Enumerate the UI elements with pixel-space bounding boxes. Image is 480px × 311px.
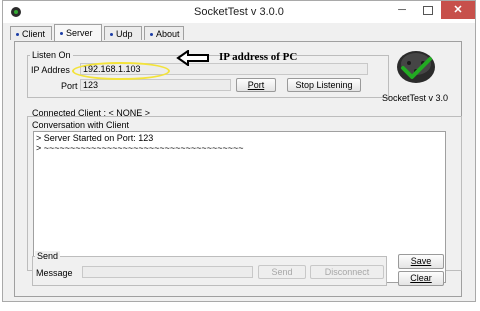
sockettest-logo-icon [397, 51, 435, 83]
message-field[interactable] [82, 266, 253, 278]
bullet-icon [110, 33, 113, 37]
ip-address-label: IP Addres [31, 65, 70, 75]
message-label: Message [36, 268, 73, 278]
port-button-label: Port [247, 80, 265, 90]
disconnect-button[interactable]: Disconnect [310, 265, 384, 279]
clear-button[interactable]: Clear [398, 271, 444, 286]
send-button[interactable]: Send [258, 265, 306, 279]
maximize-button[interactable] [415, 1, 441, 19]
listen-on-legend: Listen On [30, 50, 73, 60]
send-legend: Send [35, 251, 61, 261]
port-field[interactable]: 123 [80, 79, 231, 91]
tab-client[interactable]: Client [10, 26, 52, 40]
annotation-text: IP address of PC [219, 51, 298, 63]
port-button[interactable]: Port [236, 78, 276, 92]
tab-udp[interactable]: Udp [104, 26, 142, 40]
title-bar: SocketTest v 3.0.0 ─ ✕ [3, 1, 475, 23]
clear-button-label: Clear [410, 273, 432, 283]
conversation-line: > ~~~~~~~~~~~~~~~~~~~~~~~~~~~~~~~~~~~~~~ [36, 143, 244, 153]
minimize-button[interactable]: ─ [389, 1, 415, 19]
bullet-icon [60, 32, 63, 36]
bullet-icon [150, 33, 153, 37]
conversation-label: Conversation with Client [32, 120, 130, 130]
left-arrow-icon [176, 50, 209, 66]
tab-label: About [156, 29, 180, 39]
stop-listening-button[interactable]: Stop Listening [287, 78, 361, 92]
tab-label: Udp [116, 29, 133, 39]
save-button-label: Save [410, 256, 432, 266]
bullet-icon [16, 33, 19, 37]
conversation-line: > Server Started on Port: 123 [36, 133, 154, 143]
ip-highlight-ellipse [72, 62, 170, 80]
logo-caption: SocketTest v 3.0 [382, 93, 449, 103]
port-label: Port [61, 81, 78, 91]
send-button-label: Send [271, 267, 293, 277]
tab-label: Server [66, 28, 93, 38]
stop-listening-label: Stop Listening [295, 80, 353, 90]
tab-label: Client [22, 29, 46, 39]
port-value: 123 [83, 80, 99, 90]
connected-client-status: Connected Client : < NONE > [32, 108, 151, 118]
tab-server[interactable]: Server [54, 24, 102, 41]
tab-about[interactable]: About [144, 26, 184, 40]
maximize-icon [423, 6, 433, 15]
disconnect-button-label: Disconnect [324, 267, 370, 277]
save-button[interactable]: Save [398, 254, 444, 269]
close-button[interactable]: ✕ [441, 1, 475, 19]
